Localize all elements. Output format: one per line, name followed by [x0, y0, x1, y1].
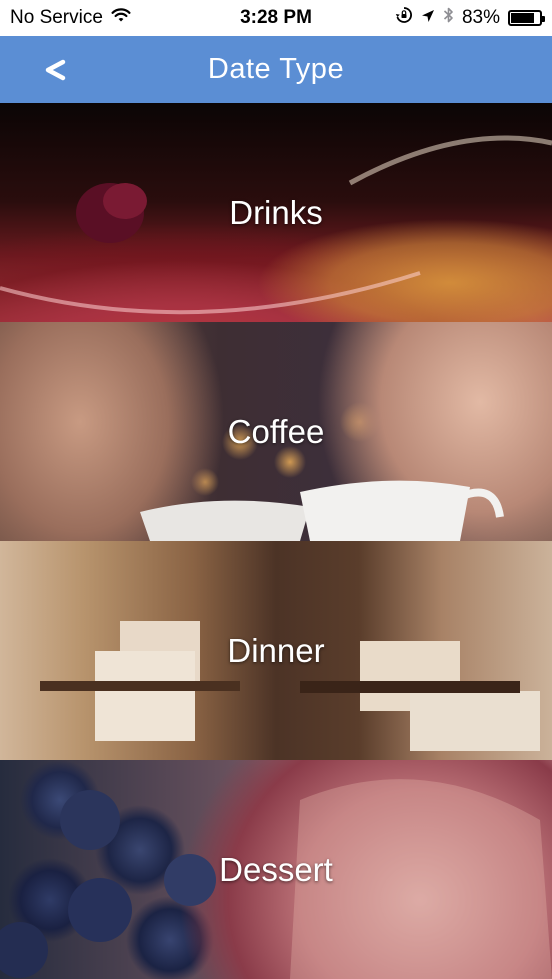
tile-label: Dinner: [227, 631, 325, 669]
back-chevron-icon: [45, 59, 66, 80]
tile-dinner[interactable]: Dinner: [0, 541, 552, 760]
tile-coffee[interactable]: Coffee: [0, 322, 552, 541]
date-type-list: Drinks Coffee Dinner Dessert: [0, 103, 552, 979]
tile-label: Dessert: [219, 850, 333, 888]
page-title: Date Type: [207, 53, 345, 85]
rotation-lock-icon: [395, 6, 413, 30]
back-button[interactable]: [30, 36, 80, 103]
status-right: 83%: [395, 6, 545, 30]
status-left: No Service: [10, 7, 131, 29]
bluetooth-icon: [443, 6, 454, 30]
tile-drinks[interactable]: Drinks: [0, 103, 552, 322]
tile-label: Coffee: [227, 412, 325, 450]
battery-fill: [511, 13, 535, 23]
battery-icon: [508, 10, 545, 26]
wifi-icon: [111, 7, 131, 29]
status-bar: No Service 3:28 PM 83%: [0, 0, 552, 36]
location-arrow-icon: [421, 7, 435, 29]
tile-label: Drinks: [229, 193, 323, 231]
nav-bar: Date Type: [0, 36, 552, 103]
carrier-text: No Service: [10, 7, 103, 28]
battery-percent: 83%: [461, 7, 500, 28]
tile-dessert[interactable]: Dessert: [0, 760, 552, 979]
